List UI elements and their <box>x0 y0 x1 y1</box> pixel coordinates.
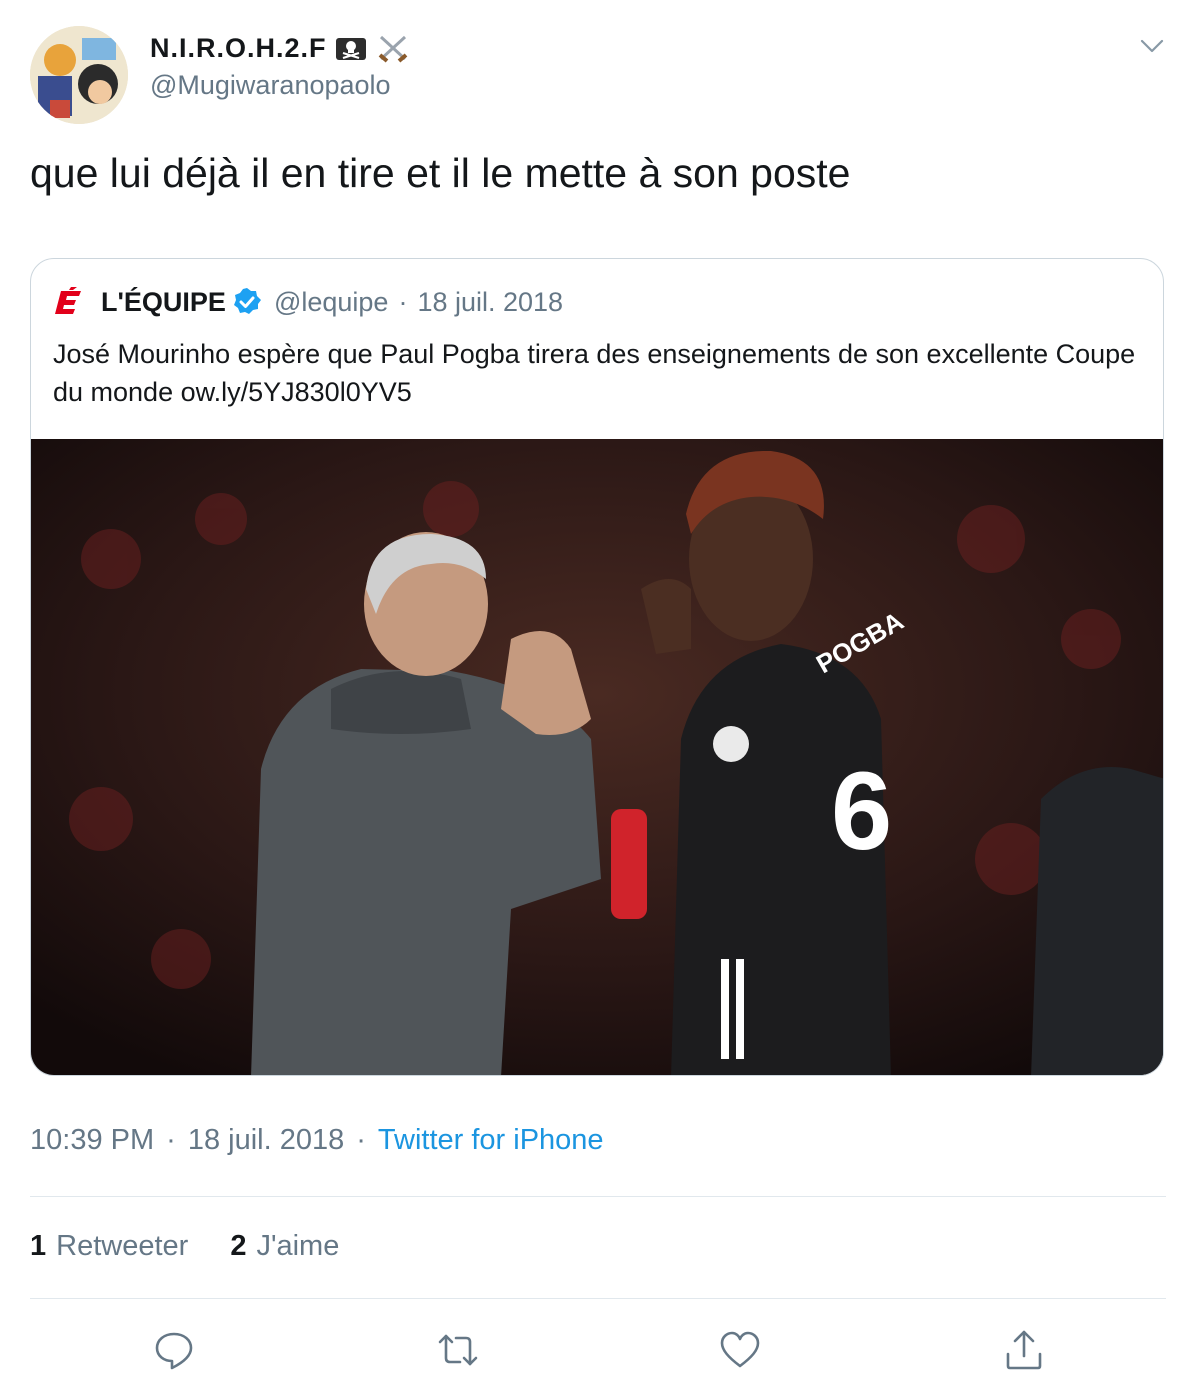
likes-count: 2 <box>230 1230 247 1262</box>
user-handle[interactable]: @Mugiwaranopaolo <box>150 70 391 101</box>
quoted-date[interactable]: 18 juil. 2018 <box>417 287 563 318</box>
retweets-stat[interactable]: 1 Retweeter <box>30 1230 188 1263</box>
avatar[interactable] <box>30 26 128 124</box>
retweet-icon[interactable] <box>436 1328 480 1372</box>
likes-label: J'aime <box>256 1230 340 1262</box>
display-name[interactable]: N.I.R.O.H.2.F <box>150 30 411 66</box>
tweet-time[interactable]: 10:39 PM <box>30 1124 154 1157</box>
likes-stat[interactable]: 2 J'aime <box>230 1230 339 1263</box>
reply-icon[interactable] <box>152 1328 196 1372</box>
tweet-stats: 1 Retweeter 2 J'aime <box>30 1230 339 1263</box>
quoted-tweet-image[interactable]: 6 POGBA <box>31 439 1163 1075</box>
tweet-meta: 10:39 PM · 18 juil. 2018 · Twitter for i… <box>30 1124 604 1157</box>
share-icon[interactable] <box>1002 1328 1046 1372</box>
quoted-handle[interactable]: @lequipe <box>274 287 389 318</box>
quoted-tweet-header: L'ÉQUIPE @lequipe · 18 juil. 2018 <box>53 281 563 323</box>
divider <box>30 1196 1166 1197</box>
lequipe-logo-icon <box>55 287 81 314</box>
tweet-text: que lui déjà il en tire et il le mette à… <box>30 150 851 196</box>
quoted-tweet[interactable]: L'ÉQUIPE @lequipe · 18 juil. 2018 José M… <box>30 258 1164 1076</box>
like-icon[interactable] <box>718 1328 762 1372</box>
crossed-swords-icon <box>378 35 407 63</box>
quoted-display-name[interactable]: L'ÉQUIPE <box>101 287 226 318</box>
quoted-tweet-text: José Mourinho espère que Paul Pogba tire… <box>53 339 1136 407</box>
avatar-image <box>30 26 128 124</box>
jersey-number-text: 6 <box>831 750 892 873</box>
meta-separator: · <box>356 1124 366 1156</box>
divider <box>30 1298 1166 1299</box>
display-name-text: N.I.R.O.H.2.F <box>150 32 327 63</box>
verified-badge-icon <box>233 288 261 314</box>
quoted-separator: · <box>398 286 408 317</box>
chevron-down-icon[interactable] <box>1136 30 1168 62</box>
pirate-flag-icon <box>335 38 366 60</box>
photo-image: 6 POGBA <box>31 439 1163 1075</box>
retweets-count: 1 <box>30 1230 47 1262</box>
retweets-label: Retweeter <box>56 1230 189 1262</box>
meta-separator: · <box>166 1124 176 1156</box>
tweet-source-link[interactable]: Twitter for iPhone <box>378 1124 604 1157</box>
tweet-date[interactable]: 18 juil. 2018 <box>188 1124 344 1157</box>
